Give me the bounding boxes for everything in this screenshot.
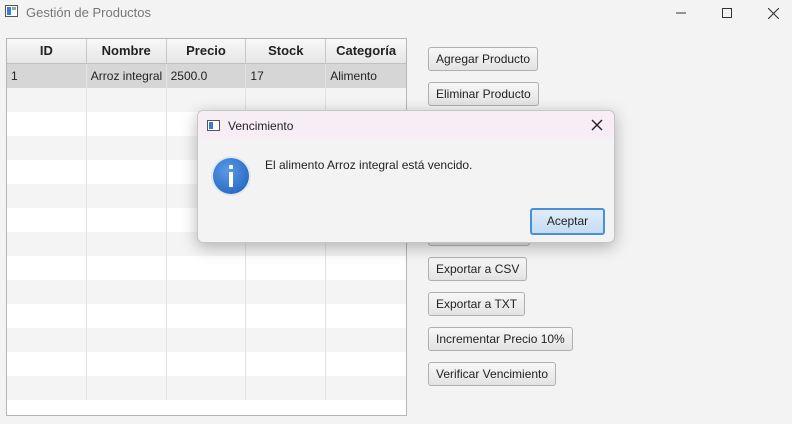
- empty-cell: [7, 160, 87, 184]
- maximize-button[interactable]: [704, 0, 750, 26]
- accept-button[interactable]: Aceptar: [530, 208, 605, 235]
- table-header: ID Nombre Precio Stock Categoría: [7, 39, 406, 64]
- empty-cell: [7, 352, 87, 376]
- cell-nombre: Arroz integral: [87, 64, 167, 88]
- empty-cell: [7, 256, 87, 280]
- empty-cell: [326, 352, 406, 376]
- window-title: Gestión de Productos: [26, 5, 152, 20]
- empty-cell: [167, 88, 247, 112]
- empty-cell: [246, 376, 327, 400]
- minimize-icon: [676, 12, 686, 14]
- empty-cell: [167, 328, 247, 352]
- empty-cell: [7, 136, 87, 160]
- empty-cell: [87, 376, 167, 400]
- empty-cell: [7, 232, 87, 256]
- empty-cell: [7, 280, 87, 304]
- table-row[interactable]: 1 Arroz integral 2500.0 17 Alimento: [7, 64, 406, 88]
- empty-cell: [246, 328, 327, 352]
- empty-table-row: [7, 328, 406, 352]
- empty-cell: [167, 352, 247, 376]
- close-icon[interactable]: [590, 118, 604, 132]
- empty-cell: [7, 328, 87, 352]
- empty-cell: [87, 208, 167, 232]
- empty-cell: [246, 304, 327, 328]
- empty-table-row: [7, 88, 406, 112]
- maximize-icon: [722, 8, 732, 18]
- empty-cell: [326, 304, 406, 328]
- empty-cell: [87, 304, 167, 328]
- check-expiry-button[interactable]: Verificar Vencimiento: [428, 362, 557, 386]
- empty-cell: [87, 112, 167, 136]
- export-csv-button[interactable]: Exportar a CSV: [428, 257, 528, 281]
- cell-id: 1: [7, 64, 87, 88]
- dialog-title: Vencimiento: [228, 119, 294, 133]
- empty-cell: [246, 280, 327, 304]
- empty-cell: [167, 256, 247, 280]
- empty-table-row: [7, 352, 406, 376]
- empty-cell: [87, 184, 167, 208]
- add-product-button[interactable]: Agregar Producto: [428, 47, 539, 71]
- empty-table-row: [7, 280, 406, 304]
- empty-cell: [326, 280, 406, 304]
- empty-table-row: [7, 256, 406, 280]
- empty-cell: [7, 208, 87, 232]
- empty-cell: [167, 304, 247, 328]
- cell-categoria: Alimento: [330, 69, 377, 83]
- delete-product-button[interactable]: Eliminar Producto: [428, 82, 539, 106]
- expiry-dialog: Vencimiento El alimento Arroz integral e…: [197, 110, 615, 243]
- dialog-window-icon: [207, 120, 220, 131]
- empty-cell: [87, 88, 167, 112]
- cell-stock: 17: [246, 64, 327, 88]
- empty-cell: [87, 280, 167, 304]
- info-icon: [213, 158, 249, 194]
- dialog-message: El alimento Arroz integral está vencido.: [265, 158, 473, 172]
- empty-cell: [87, 160, 167, 184]
- column-header-stock[interactable]: Stock: [246, 39, 327, 63]
- empty-cell: [7, 304, 87, 328]
- empty-cell: [167, 376, 247, 400]
- empty-cell: [7, 112, 87, 136]
- empty-cell: [326, 328, 406, 352]
- dialog-title-bar: Vencimiento: [198, 111, 614, 139]
- empty-table-row: [7, 376, 406, 400]
- empty-cell: [326, 256, 406, 280]
- empty-cell: [7, 376, 87, 400]
- cell-precio: 2500.0: [167, 64, 247, 88]
- empty-cell: [87, 232, 167, 256]
- empty-cell: [87, 328, 167, 352]
- close-button[interactable]: [750, 0, 792, 26]
- title-bar: Gestión de Productos: [0, 0, 792, 26]
- column-header-id[interactable]: ID: [7, 39, 87, 63]
- empty-cell: [87, 352, 167, 376]
- empty-cell: [7, 184, 87, 208]
- empty-cell: [87, 256, 167, 280]
- empty-cell: [246, 256, 327, 280]
- increase-price-button[interactable]: Incrementar Precio 10%: [428, 327, 573, 351]
- empty-cell: [7, 88, 87, 112]
- empty-cell: [246, 88, 327, 112]
- column-header-nombre[interactable]: Nombre: [87, 39, 167, 63]
- empty-cell: [87, 136, 167, 160]
- column-header-categoria[interactable]: Categoría: [326, 39, 406, 63]
- empty-cell: [326, 88, 406, 112]
- app-window-icon: [5, 5, 18, 17]
- minimize-button[interactable]: [658, 0, 704, 26]
- export-txt-button[interactable]: Exportar a TXT: [428, 292, 526, 316]
- empty-table-row: [7, 304, 406, 328]
- empty-cell: [167, 280, 247, 304]
- column-header-precio[interactable]: Precio: [167, 39, 247, 63]
- empty-cell: [246, 352, 327, 376]
- empty-cell: [326, 376, 406, 400]
- close-icon: [767, 7, 779, 19]
